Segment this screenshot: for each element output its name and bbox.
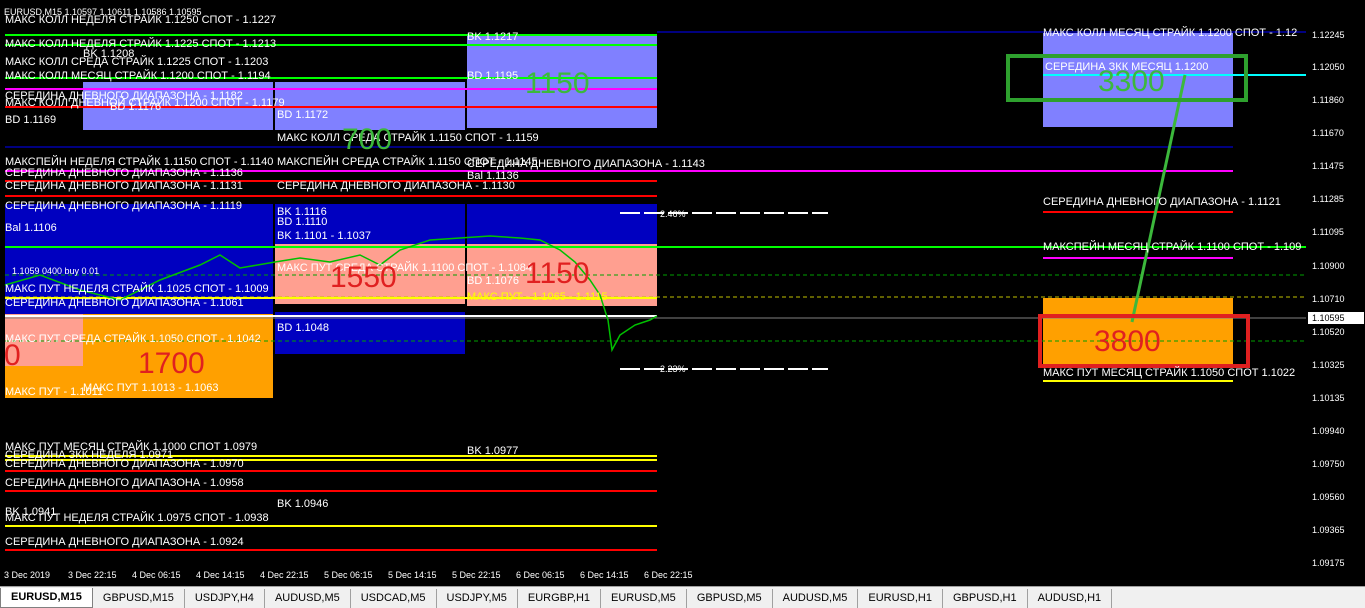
price-tick: 1.10520	[1312, 327, 1345, 337]
tab-chart[interactable]: AUDUSD,H1	[1028, 589, 1113, 608]
level-label: МАКС КОЛЛ МЕСЯЦ СТРАЙК 1.1200 СПОТ - 1.1…	[1043, 27, 1298, 39]
price-tick: 1.11095	[1312, 227, 1344, 237]
level-label: МАКС ПУТ - 1.1065 - 1.1115	[467, 291, 608, 303]
level-label: МАКСПЕЙН МЕСЯЦ СТРАЙК 1.1100 СПОТ - 1.10…	[1043, 241, 1302, 253]
big-number: 3800	[1094, 325, 1161, 358]
level-label: МАКС ПУТ СРЕДА СТРАЙК 1.1050 СПОТ - 1.10…	[5, 333, 261, 345]
time-tick: 6 Dec 14:15	[580, 570, 629, 580]
big-number: 1150	[525, 257, 590, 290]
level-label: СЕРЕДИНА ДНЕВНОГО ДИАПАЗОНА - 1.0924	[5, 536, 244, 548]
level-label: BD 1.1172	[277, 109, 329, 121]
level-label: МАКС КОЛЛ НЕДЕЛЯ СТРАЙК 1.1250 СПОТ - 1.…	[5, 14, 277, 26]
tab-chart[interactable]: EURUSD,M15	[0, 588, 93, 608]
big-number: 1700	[138, 347, 205, 380]
percent-label: 2.46%	[660, 209, 686, 219]
time-tick: 6 Dec 22:15	[644, 570, 693, 580]
level-label: 1.1059 0400 buy 0.01	[12, 266, 100, 276]
level-label: СЕРЕДИНА ДНЕВНОГО ДИАПАЗОНА - 1.0970	[5, 458, 244, 470]
tab-chart[interactable]: AUDUSD,M5	[265, 589, 351, 608]
time-tick: 5 Dec 14:15	[388, 570, 437, 580]
level-label: МАКС КОЛЛ СРЕДА СТРАЙК 1.1150 СПОТ - 1.1…	[277, 132, 539, 144]
time-tick: 3 Dec 2019	[4, 570, 51, 580]
level-label: СЕРЕДИНА ДНЕВНОГО ДИАПАЗОНА - 1.1121	[1043, 196, 1281, 208]
tab-chart[interactable]: EURUSD,M5	[601, 589, 687, 608]
big-number: 0	[4, 339, 21, 372]
level-label: Bal 1.1106	[5, 222, 57, 234]
price-tick: 1.09560	[1312, 492, 1345, 502]
price-tick: 1.10135	[1312, 393, 1345, 403]
price-tick: 1.10325	[1312, 360, 1345, 370]
price-tick: 1.11670	[1312, 128, 1344, 138]
level-label: BD 1.1110	[277, 216, 328, 228]
level-label: СЕРЕДИНА ДНЕВНОГО ДИАПАЗОНА - 1.1130	[277, 180, 515, 192]
big-number: 3300	[1098, 65, 1165, 98]
time-tick: 5 Dec 06:15	[324, 570, 373, 580]
level-label: МАКС ПУТ 1.1013 - 1.1063	[83, 382, 219, 394]
price-tick: 1.11285	[1312, 194, 1344, 204]
tab-chart[interactable]: AUDUSD,M5	[773, 589, 859, 608]
price-axis[interactable]: 1.12245 1.12050 1.11860 1.11670 1.11475 …	[1306, 0, 1365, 568]
tab-chart[interactable]: EURUSD,H1	[858, 589, 943, 608]
price-tick: 1.09940	[1312, 426, 1345, 436]
chart-area[interactable]: EURUSD,M15 1.10597 1.10611 1.10586 1.105…	[0, 0, 1307, 568]
time-tick: 5 Dec 22:15	[452, 570, 501, 580]
percent-label: 2.23%	[660, 364, 686, 374]
big-number: 700	[342, 123, 393, 156]
level-label: BD 1.1176	[110, 101, 162, 113]
level-label: СЕРЕДИНА ДНЕВНОГО ДИАПАЗОНА - 1.1119	[5, 200, 242, 212]
price-tick: 1.11860	[1312, 95, 1344, 105]
tab-chart[interactable]: USDJPY,M5	[437, 589, 518, 608]
zone-box	[467, 204, 657, 244]
level-label: МАКС ПУТ СРЕДА СТРАЙК 1.1100 СПОТ - 1.10…	[277, 262, 532, 274]
price-tick: 1.12050	[1312, 62, 1345, 72]
level-label: СЕРЕДИНА ДНЕВНОГО ДИАПАЗОНА - 1.1061	[5, 297, 244, 309]
time-tick: 3 Dec 22:15	[68, 570, 117, 580]
tab-chart[interactable]: USDJPY,H4	[185, 589, 265, 608]
level-label: BK 1.0946	[277, 498, 329, 510]
level-label: СЕРЕДИНА ДНЕВНОГО ДИАПАЗОНА - 1.1143	[467, 158, 705, 170]
level-label: BK 1.1101 - 1.1037	[277, 230, 371, 242]
level-label: BD 1.1195	[467, 70, 519, 82]
big-number: 1550	[330, 261, 397, 294]
price-tick: 1.10900	[1312, 261, 1345, 271]
tab-chart[interactable]: USDCAD,M5	[351, 589, 437, 608]
big-number: 1150	[525, 67, 590, 100]
price-tick: 1.09750	[1312, 459, 1345, 469]
price-tick: 1.09175	[1312, 558, 1345, 568]
level-label: МАКС ПУТ НЕДЕЛЯ СТРАЙК 1.1025 СПОТ - 1.1…	[5, 283, 269, 295]
level-label: МАКС ПУТ МЕСЯЦ СТРАЙК 1.1050 СПОТ 1.1022	[1043, 367, 1296, 379]
level-label: BD 1.1169	[5, 114, 57, 126]
level-label: BD 1.1076	[467, 275, 519, 287]
price-tick: 1.12245	[1312, 30, 1345, 40]
time-tick: 4 Dec 06:15	[132, 570, 181, 580]
time-axis[interactable]: 3 Dec 2019 3 Dec 22:15 4 Dec 06:15 4 Dec…	[0, 568, 1306, 584]
time-tick: 6 Dec 06:15	[516, 570, 565, 580]
level-label: СЕРЕДИНА ДНЕВНОГО ДИАПАЗОНА - 1.1131	[5, 180, 243, 192]
tab-chart[interactable]: GBPUSD,M15	[93, 589, 185, 608]
chart-tab-bar: EURUSD,M15 GBPUSD,M15 USDJPY,H4 AUDUSD,M…	[0, 586, 1365, 608]
level-label: BD 1.1048	[277, 322, 329, 334]
tab-chart[interactable]: EURGBP,H1	[518, 589, 602, 608]
tab-chart[interactable]: GBPUSD,M5	[687, 589, 773, 608]
level-label: МАКС ПУТ НЕДЕЛЯ СТРАЙК 1.0975 СПОТ - 1.0…	[5, 512, 269, 524]
price-tick: 1.10710	[1312, 294, 1345, 304]
time-tick: 4 Dec 14:15	[196, 570, 245, 580]
level-label: МАКС КОЛЛ НЕДЕЛЯ СТРАЙК 1.1225 СПОТ - 1.…	[5, 38, 277, 50]
price-tick: 1.09365	[1312, 525, 1345, 535]
level-label: МАКС КОЛЛ СРЕДА СТРАЙК 1.1225 СПОТ - 1.1…	[5, 56, 269, 68]
level-label: СЕРЕДИНА ДНЕВНОГО ДИАПАЗОНА - 1.1136	[5, 167, 243, 179]
price-tick: 1.11475	[1312, 161, 1344, 171]
current-price-badge: 1.10595	[1308, 312, 1364, 324]
tab-chart[interactable]: GBPUSD,H1	[943, 589, 1028, 608]
level-label: СЕРЕДИНА ДНЕВНОГО ДИАПАЗОНА - 1.0958	[5, 477, 244, 489]
level-label: BK 1.1217	[467, 31, 519, 43]
level-label: BK 1.0977	[467, 445, 519, 457]
time-tick: 4 Dec 22:15	[260, 570, 309, 580]
level-label: МАКС КОЛЛ МЕСЯЦ СТРАЙК 1.1200 СПОТ - 1.1…	[5, 70, 271, 82]
